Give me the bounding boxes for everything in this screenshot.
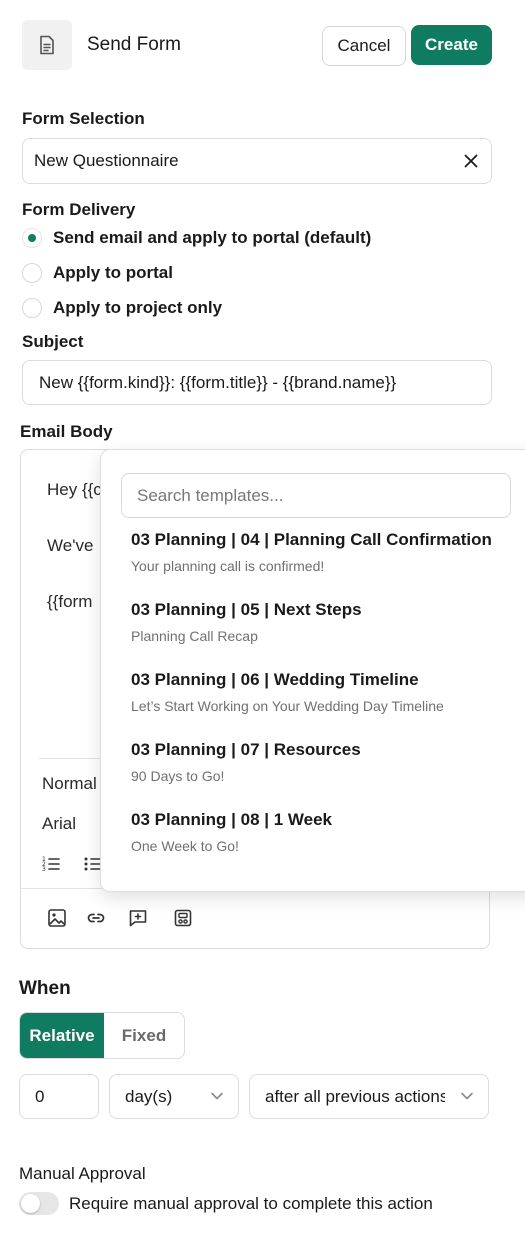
clear-icon[interactable] <box>463 151 479 171</box>
template-option[interactable]: 03 Planning | 04 | Planning Call Confirm… <box>131 530 492 574</box>
paragraph-style-select[interactable]: Normal <box>42 774 97 794</box>
template-search-input[interactable]: Search templates... <box>121 473 511 518</box>
template-option-subtitle: Your planning call is confirmed! <box>131 558 325 574</box>
radio-unselected[interactable] <box>22 263 42 283</box>
anchor-select[interactable]: after all previous actions <box>249 1074 489 1119</box>
form-selection-select[interactable]: New Questionnaire <box>22 138 492 184</box>
subject-label: Subject <box>22 332 84 351</box>
subject-input[interactable]: New {{form.kind}}: {{form.title}} - {{br… <box>22 360 492 405</box>
when-label: When <box>19 978 71 999</box>
toggle-knob <box>21 1194 40 1213</box>
editor-line: Hey {{c <box>47 480 102 499</box>
template-option-title: 03 Planning | 06 | Wedding Timeline <box>131 670 419 689</box>
delivery-option-project-only[interactable]: Apply to project only <box>22 298 222 318</box>
template-option[interactable]: 03 Planning | 07 | Resources 90 Days to … <box>131 740 361 784</box>
template-option-title: 03 Planning | 07 | Resources <box>131 740 361 759</box>
delivery-option-label: Apply to project only <box>53 298 223 317</box>
unit-select[interactable]: day(s) <box>109 1074 239 1119</box>
form-icon-tile <box>22 20 72 70</box>
delivery-option-email-portal[interactable]: Send email and apply to portal (default) <box>22 228 371 248</box>
link-icon[interactable] <box>86 908 106 928</box>
anchor-select-value: after all previous actions <box>265 1086 445 1106</box>
ordered-list-icon[interactable]: 1 2 3 <box>41 854 61 874</box>
editor-line: We've <box>47 536 94 555</box>
insert-comment-icon[interactable] <box>128 908 148 928</box>
document-icon <box>40 35 54 55</box>
form-selection-label: Form Selection <box>22 109 145 128</box>
manual-approval-toggle-label: Require manual approval to complete this… <box>69 1194 433 1213</box>
chevron-down-icon <box>461 1092 473 1100</box>
image-icon[interactable] <box>47 908 67 928</box>
delivery-option-label: Send email and apply to portal (default) <box>53 228 372 247</box>
template-option[interactable]: 03 Planning | 05 | Next Steps Planning C… <box>131 600 362 644</box>
template-option[interactable]: 03 Planning | 08 | 1 Week One Week to Go… <box>131 810 332 854</box>
font-family-select[interactable]: Arial <box>42 814 76 834</box>
template-option-subtitle: Let’s Start Working on Your Wedding Day … <box>131 698 444 714</box>
amount-input[interactable]: 0 <box>19 1074 99 1119</box>
form-delivery-label: Form Delivery <box>22 200 136 219</box>
template-option-subtitle: One Week to Go! <box>131 838 239 854</box>
email-body-label: Email Body <box>20 422 113 441</box>
template-option-subtitle: Planning Call Recap <box>131 628 258 644</box>
unit-select-value: day(s) <box>125 1086 173 1106</box>
relative-tab[interactable]: Relative <box>20 1013 104 1058</box>
template-dropdown: Search templates... 03 Planning | 04 | P… <box>100 449 525 892</box>
delivery-option-portal[interactable]: Apply to portal <box>22 263 173 283</box>
delivery-option-label: Apply to portal <box>53 263 173 282</box>
timing-mode-toggle: Relative Fixed <box>19 1012 185 1059</box>
chevron-down-icon <box>211 1092 223 1100</box>
template-option-title: 03 Planning | 04 | Planning Call Confirm… <box>131 530 492 549</box>
subject-value: New {{form.kind}}: {{form.title}} - {{br… <box>39 372 397 392</box>
form-selection-value: New Questionnaire <box>34 151 179 170</box>
manual-approval-label: Manual Approval <box>19 1164 146 1183</box>
template-option-subtitle: 90 Days to Go! <box>131 768 225 784</box>
template-variable-icon[interactable] <box>173 908 193 928</box>
cancel-button[interactable]: Cancel <box>322 26 406 66</box>
template-option-title: 03 Planning | 08 | 1 Week <box>131 810 333 829</box>
radio-unselected[interactable] <box>22 298 42 318</box>
manual-approval-toggle[interactable] <box>19 1192 59 1215</box>
fixed-tab[interactable]: Fixed <box>104 1013 184 1058</box>
svg-text:3: 3 <box>42 866 46 873</box>
radio-selected[interactable] <box>22 228 42 248</box>
page-title: Send Form <box>87 34 181 55</box>
editor-divider <box>39 758 109 759</box>
template-option[interactable]: 03 Planning | 06 | Wedding Timeline Let’… <box>131 670 444 714</box>
template-option-title: 03 Planning | 05 | Next Steps <box>131 600 362 619</box>
create-button[interactable]: Create <box>411 25 492 65</box>
editor-line: {{form <box>47 592 93 611</box>
